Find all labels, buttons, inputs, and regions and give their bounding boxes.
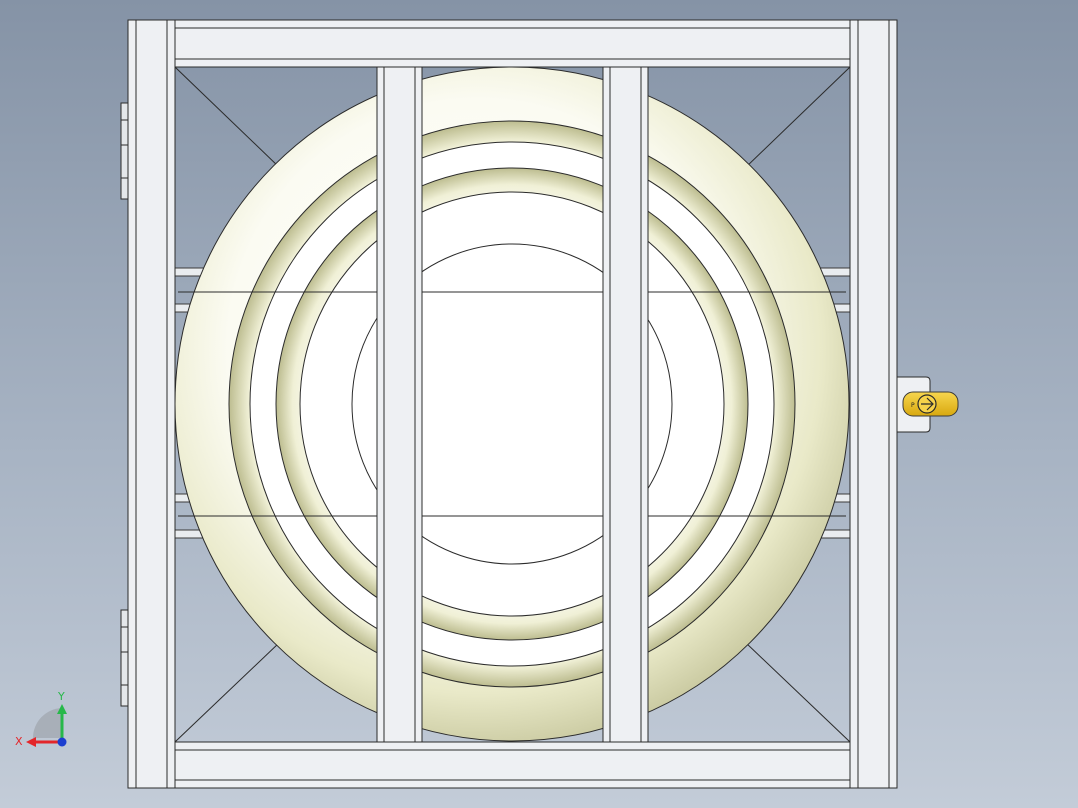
- cad-viewport[interactable]: P Y X: [0, 0, 1078, 808]
- latch-label: P: [911, 402, 915, 409]
- x-axis-label: X: [15, 735, 23, 748]
- tank-body[interactable]: [174, 66, 850, 742]
- z-axis-dot: [57, 737, 67, 747]
- hinge-bottom[interactable]: [120, 609, 129, 707]
- hinge-top[interactable]: [120, 102, 129, 200]
- y-axis-label: Y: [57, 690, 65, 703]
